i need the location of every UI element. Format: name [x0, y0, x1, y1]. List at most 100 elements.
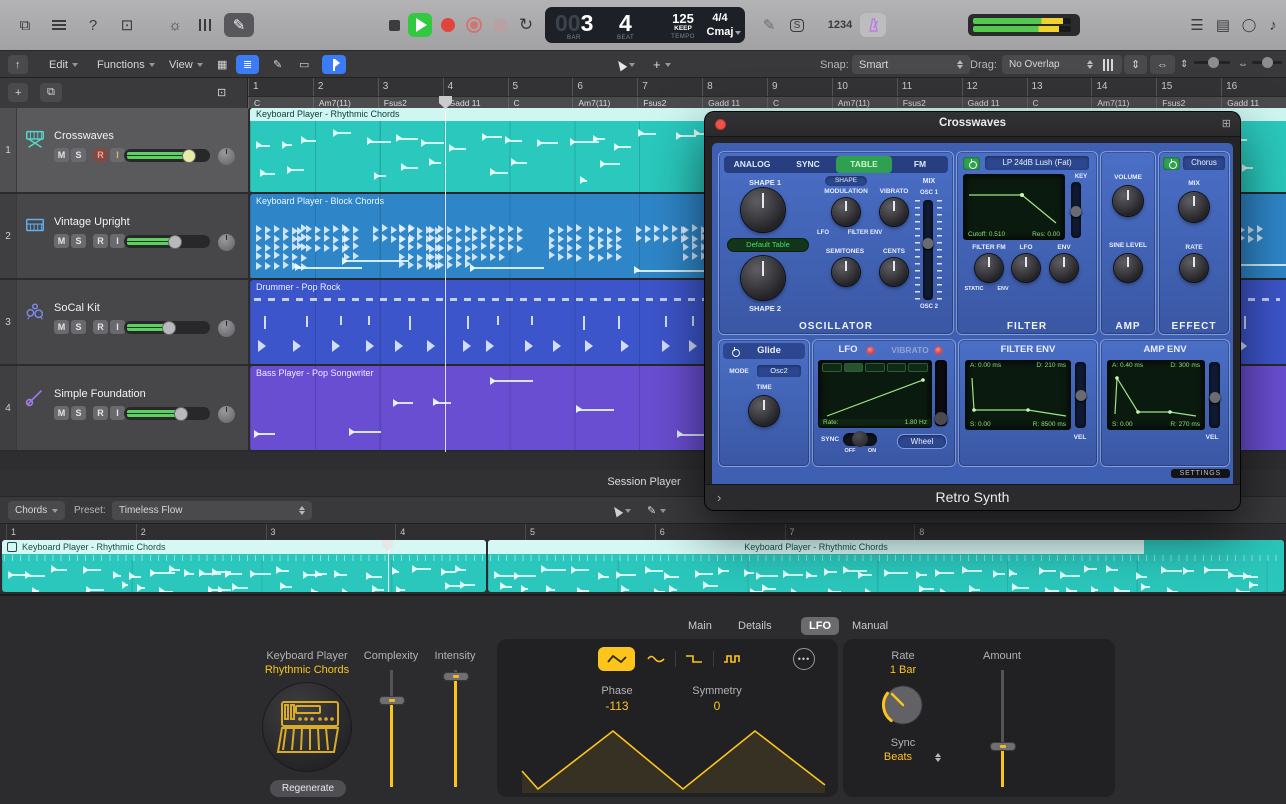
glue-tool-icon[interactable]: ✎ [266, 55, 289, 74]
functions-menu[interactable]: Functions [90, 55, 162, 74]
note-pads-icon[interactable]: ▤ [1210, 13, 1236, 37]
inbox-icon[interactable]: ⊡ [114, 13, 140, 37]
track-s-button[interactable]: S [71, 234, 86, 248]
list-editors-icon[interactable]: ☰ [1184, 13, 1210, 37]
vibrato-tab-label[interactable]: VIBRATO [887, 345, 933, 355]
track-s-button[interactable]: S [71, 406, 86, 420]
session-ruler-bar[interactable]: 8 [914, 524, 1044, 540]
shape-mod-knob[interactable] [832, 198, 860, 226]
track-m-button[interactable]: M [54, 234, 69, 248]
session-ruler-bar[interactable]: 6 [655, 524, 785, 540]
shape2-knob[interactable] [741, 256, 785, 300]
bar-ruler[interactable]: 12345678910111213141516 [248, 78, 1286, 96]
amp-env-vel-slider[interactable] [1209, 362, 1220, 428]
media-browser-icon[interactable]: ♪ [1260, 13, 1286, 37]
regenerate-button[interactable]: Regenerate [270, 780, 346, 797]
complexity-fader[interactable] [390, 670, 393, 787]
track-header-vintage-upright[interactable]: 2Vintage UprightMSRI [0, 194, 248, 280]
lcd-display[interactable]: 003 4 BAR BEAT 125 KEEP TEMPO 4/4 Cmaj [545, 7, 745, 43]
session-ruler-bar[interactable]: 3 [266, 524, 396, 540]
volume-slider[interactable] [124, 407, 210, 420]
osc-tab-sync[interactable]: SYNC [780, 156, 836, 173]
shape1-knob[interactable] [741, 188, 785, 232]
sync-value[interactable]: Beats [853, 751, 943, 763]
track-i-button[interactable]: I [110, 148, 125, 162]
lfo-wave-square-button[interactable] [679, 647, 709, 671]
ruler-bar[interactable]: 11 [897, 78, 962, 96]
horizontal-zoom-icon[interactable]: ⇔ [1150, 55, 1175, 74]
chords-dropdown[interactable]: Chords [8, 501, 65, 520]
back-arrow-button[interactable]: ↑ [8, 55, 28, 74]
session-ruler-bar[interactable]: 4 [395, 524, 525, 540]
volume-knob[interactable] [1113, 186, 1143, 216]
track-r-button[interactable]: R [93, 234, 108, 248]
cents-knob[interactable] [880, 258, 908, 286]
phase-value[interactable]: -113 [577, 699, 657, 713]
ruler-bar[interactable]: 1 [248, 78, 313, 96]
track-s-button[interactable]: S [71, 148, 86, 162]
lfo-wave-up-ramp-button[interactable] [844, 363, 864, 372]
ruler-bar[interactable]: 16 [1221, 78, 1286, 96]
drag-select[interactable]: No Overlap [1002, 55, 1100, 74]
rate-value[interactable]: 1 Bar [863, 664, 943, 676]
filter-lfo-knob[interactable] [1012, 254, 1040, 282]
osc-tab-table[interactable]: TABLE [836, 156, 892, 173]
volume-handle[interactable] [168, 235, 182, 249]
ruler-bar[interactable]: 3 [378, 78, 443, 96]
marquee-tool-icon[interactable]: ▭ [292, 55, 316, 74]
session-pointer-tool[interactable] [606, 501, 638, 520]
region-play-icon[interactable] [7, 542, 17, 552]
lfo-wave-pulse-button[interactable] [717, 647, 747, 671]
session-ruler-bar[interactable]: 5 [525, 524, 655, 540]
track-r-button[interactable]: R [93, 320, 108, 334]
amount-fader[interactable] [1001, 670, 1004, 787]
wavetable-display[interactable]: Default Table [727, 238, 809, 252]
filter-env-vel-slider[interactable] [1075, 362, 1086, 428]
chord-track[interactable]: CAm7(11)Fsus2Gadd 11CAm7(11)Fsus2Gadd 11… [248, 96, 1286, 108]
editor-tab-main[interactable]: Main [680, 617, 720, 635]
vertical-zoom-icon[interactable]: ⇕ [1124, 55, 1147, 74]
lfo-wave-triangle-button[interactable] [598, 647, 635, 671]
cycle-button[interactable]: ↻ [514, 13, 538, 37]
track-r-button[interactable]: R [93, 148, 108, 162]
snap-select[interactable]: Smart [852, 55, 970, 74]
rate-knob[interactable] [881, 683, 925, 727]
lfo-sync-toggle[interactable] [843, 433, 877, 446]
pan-knob[interactable] [218, 148, 235, 165]
filter-power-button[interactable] [963, 157, 980, 170]
sine-level-knob[interactable] [1114, 254, 1142, 282]
ruler-bar[interactable]: 9 [767, 78, 832, 96]
semitones-knob[interactable] [832, 258, 860, 286]
volume-slider[interactable] [124, 149, 210, 162]
effect-power-button[interactable] [1163, 157, 1180, 170]
preset-select[interactable]: Timeless Flow [112, 501, 312, 520]
lfo-wheel-button[interactable]: Wheel [897, 434, 947, 449]
view-menu[interactable]: View [162, 55, 210, 74]
edit-menu[interactable]: Edit [42, 55, 85, 74]
vertical-zoom-slider[interactable] [1194, 61, 1230, 64]
loop-browser-icon[interactable]: ◯ [1236, 13, 1262, 37]
track-header-crosswaves[interactable]: 1CrosswavesMSRI [0, 108, 248, 194]
intensity-fader[interactable] [454, 670, 457, 787]
horizontal-zoom-slider[interactable] [1252, 61, 1282, 64]
volume-handle[interactable] [182, 149, 196, 163]
editor-tab-lfo[interactable]: LFO [801, 617, 839, 635]
duplicate-track-button[interactable]: ⧉ [40, 83, 62, 102]
pointer-tool-menu[interactable] [610, 55, 642, 74]
track-header-socal-kit[interactable]: 3SoCal KitMSRI [0, 280, 248, 366]
amp-env-display[interactable]: A: 0.40 ms D: 300 ms S: 0.00 R: 270 ms [1107, 360, 1205, 430]
editor-tab-manual[interactable]: Manual [844, 617, 896, 635]
glide-mode-select[interactable]: Osc2 [757, 365, 801, 377]
secondary-tool-menu[interactable]: + [646, 55, 678, 74]
pan-knob[interactable] [218, 320, 235, 337]
track-r-button[interactable]: R [93, 406, 108, 420]
editor-tab-details[interactable]: Details [730, 617, 780, 635]
settings-button[interactable]: SETTINGS [1171, 469, 1230, 478]
track-m-button[interactable]: M [54, 406, 69, 420]
track-name[interactable]: Vintage Upright [54, 216, 130, 228]
count-in-button[interactable]: 1234 [822, 13, 858, 37]
play-button[interactable] [408, 13, 432, 37]
track-m-button[interactable]: M [54, 148, 69, 162]
player-avatar[interactable] [262, 682, 352, 772]
session-ruler-bar[interactable]: 2 [136, 524, 266, 540]
